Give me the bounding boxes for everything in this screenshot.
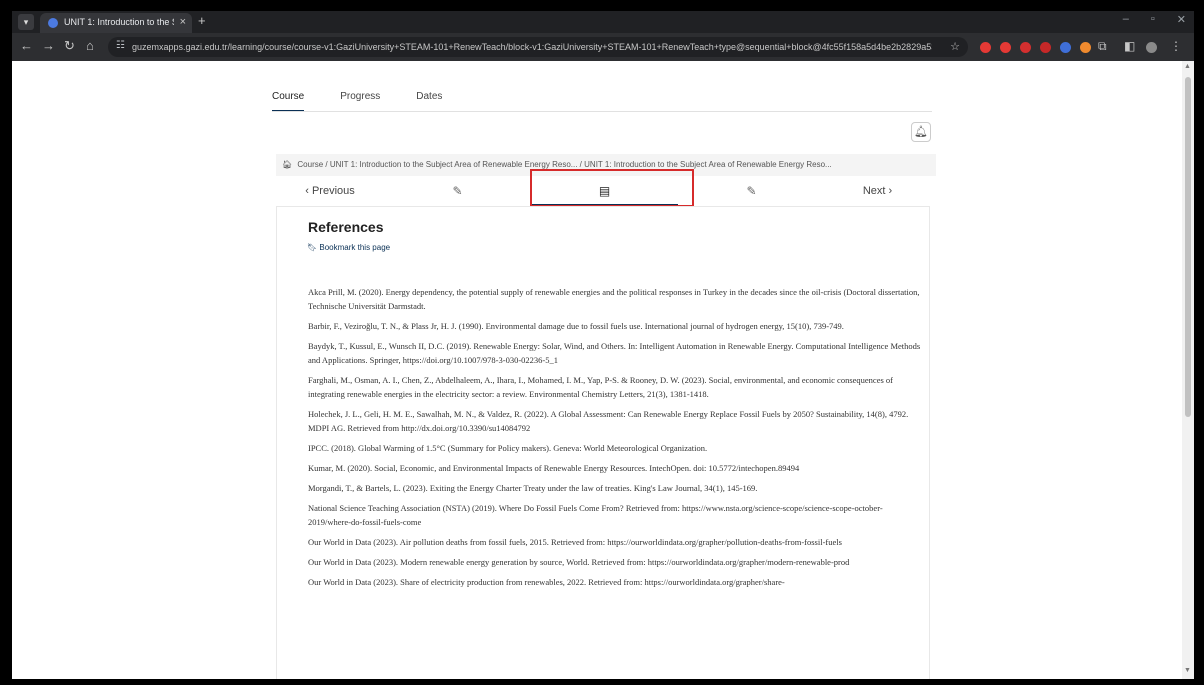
tab-course[interactable]: Course <box>272 91 305 112</box>
tab-search-icon[interactable]: ▾ <box>18 14 34 30</box>
side-panel-icon[interactable]: ◧ <box>1124 39 1135 53</box>
scroll-down-icon[interactable]: ▼ <box>1184 667 1191 674</box>
new-tab-button[interactable]: + <box>198 14 206 28</box>
page-scrollbar[interactable]: ▲ ▼ <box>1182 61 1194 679</box>
bookmark-button[interactable]: 🔖︎ Bookmark this page <box>307 243 390 252</box>
home-crumb-icon: 🏠︎ <box>282 160 293 169</box>
tab-strip: ▾ UNIT 1: Introduction to the Sub × + – … <box>12 11 1194 33</box>
bookmark-icon: 🔖︎ <box>307 243 318 252</box>
next-button[interactable]: Next › <box>825 176 930 206</box>
bookmark-star-icon[interactable]: ☆ <box>950 40 960 53</box>
reference-item: Our World in Data (2023). Share of elect… <box>308 577 785 587</box>
course-tabs: Course Progress Dates <box>272 91 478 112</box>
breadcrumb-subsection[interactable]: UNIT 1: Introduction to the Subject Area… <box>584 160 832 169</box>
reference-item: Our World in Data (2023). Modern renewab… <box>308 557 850 567</box>
unit-problem-icon[interactable]: ✎ <box>678 176 825 206</box>
browser-menu-icon[interactable]: ⋮ <box>1170 39 1182 53</box>
reference-item: IPCC. (2018). Global Warming of 1.5°C (S… <box>308 443 708 453</box>
back-icon[interactable]: ← <box>20 39 33 53</box>
window-controls: – ▫ ✕ <box>1123 13 1186 26</box>
forward-icon[interactable]: → <box>42 39 55 53</box>
tab-progress[interactable]: Progress <box>340 91 380 112</box>
references-list: Akca Prill, M. (2020). Energy dependency… <box>308 285 924 595</box>
site-info-icon[interactable]: ☷ <box>116 40 125 51</box>
home-icon[interactable]: ⌂ <box>86 39 94 53</box>
reference-item: Our World in Data (2023). Air pollution … <box>308 537 842 547</box>
reference-item: National Science Teaching Association (N… <box>308 503 883 527</box>
extension-icon[interactable] <box>1040 42 1051 53</box>
profile-avatar[interactable] <box>1146 42 1157 53</box>
reference-item: Baydyk, T., Kussul, E., Wunsch II, D.C. … <box>308 341 921 365</box>
url-text[interactable]: guzemxapps.gazi.edu.tr/learning/course/c… <box>132 42 932 52</box>
favicon-icon <box>48 18 58 28</box>
breadcrumb-section[interactable]: UNIT 1: Introduction to the Subject Area… <box>330 160 578 169</box>
address-bar[interactable]: ☷ guzemxapps.gazi.edu.tr/learning/course… <box>108 37 968 57</box>
minimize-icon[interactable]: – <box>1123 13 1129 26</box>
browser-tab[interactable]: UNIT 1: Introduction to the Sub × <box>40 13 192 33</box>
extension-icon[interactable] <box>1060 42 1071 53</box>
notification-bell-icon[interactable]: 🔔︎ <box>911 122 931 142</box>
tabs-divider <box>272 111 932 112</box>
reference-item: Barbir, F., Veziroğlu, T. N., & Plass Jr… <box>308 321 844 331</box>
browser-toolbar: ← → ↻ ⌂ ☷ guzemxapps.gazi.edu.tr/learnin… <box>12 33 1194 61</box>
page-content: Course Progress Dates 🔔︎ 🏠︎ Course / UNI… <box>12 61 1182 679</box>
extension-icon[interactable] <box>1020 42 1031 53</box>
extension-icon[interactable] <box>980 42 991 53</box>
tab-dates[interactable]: Dates <box>416 91 442 112</box>
reference-item: Kumar, M. (2020). Social, Economic, and … <box>308 463 800 473</box>
extension-icon[interactable] <box>1080 42 1091 53</box>
browser-window: ▾ UNIT 1: Introduction to the Sub × + – … <box>12 11 1194 679</box>
scroll-thumb[interactable] <box>1185 77 1191 417</box>
bookmark-label: Bookmark this page <box>319 243 391 252</box>
reload-icon[interactable]: ↻ <box>64 39 75 53</box>
breadcrumb-separator: / <box>579 160 582 169</box>
maximize-icon[interactable]: ▫ <box>1151 13 1155 26</box>
breadcrumb-course[interactable]: Course <box>297 160 323 169</box>
scroll-up-icon[interactable]: ▲ <box>1184 63 1191 70</box>
reference-item: Holechek, J. L., Geli, H. M. E., Sawalha… <box>308 409 909 433</box>
extension-icon[interactable] <box>1000 42 1011 53</box>
unit-title: References <box>308 219 384 235</box>
breadcrumb-separator: / <box>325 160 328 169</box>
reference-item: Akca Prill, M. (2020). Energy dependency… <box>308 287 920 311</box>
tab-title: UNIT 1: Introduction to the Sub <box>64 17 174 27</box>
reference-item: Farghali, M., Osman, A. I., Chen, Z., Ab… <box>308 375 893 399</box>
highlight-box <box>530 169 694 207</box>
previous-button[interactable]: ‹ Previous <box>276 176 384 206</box>
tab-close-icon[interactable]: × <box>180 16 186 28</box>
reference-item: Morgandi, T., & Bartels, L. (2023). Exit… <box>308 483 758 493</box>
close-window-icon[interactable]: ✕ <box>1177 13 1186 26</box>
unit-problem-icon[interactable]: ✎ <box>384 176 531 206</box>
extensions-puzzle-icon[interactable]: ⧉ <box>1098 39 1107 53</box>
